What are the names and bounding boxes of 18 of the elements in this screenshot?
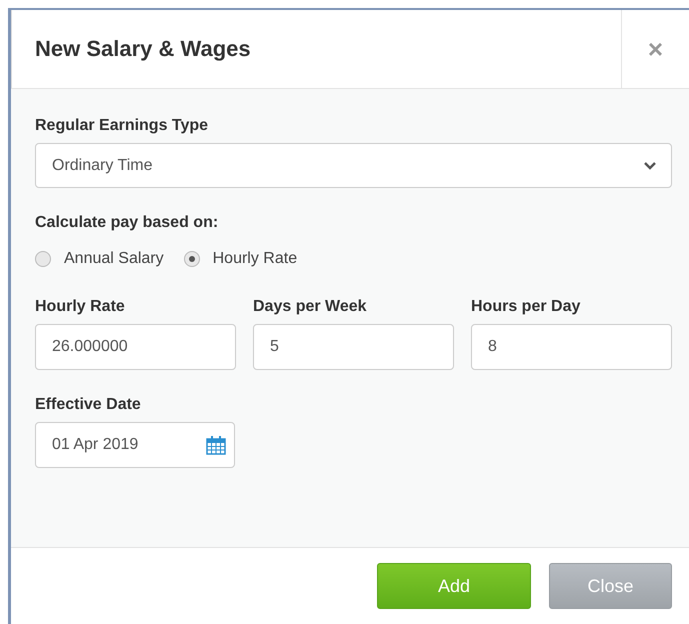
field-label: Calculate pay based on: <box>35 214 218 232</box>
radio-button[interactable] <box>184 251 200 267</box>
earnings-type-dropdown[interactable]: Ordinary Time <box>35 143 672 188</box>
input-field[interactable]: 26.000000 <box>35 324 236 370</box>
field-label: Effective Date <box>35 396 141 414</box>
field-label: Hourly Rate <box>35 298 125 316</box>
calendar-icon[interactable] <box>206 435 226 455</box>
dialog-title: New Salary & Wages <box>34 36 252 62</box>
chevron-down-icon <box>643 160 657 170</box>
field-label: Days per Week <box>253 298 367 316</box>
input-field[interactable]: 5 <box>253 324 454 370</box>
field-label: Regular Earnings Type <box>35 117 208 135</box>
radio-label[interactable]: Hourly Rate <box>212 250 298 268</box>
radio-label[interactable]: Annual Salary <box>64 250 164 268</box>
input-field[interactable]: 8 <box>471 324 672 370</box>
radio-button[interactable] <box>35 251 51 267</box>
field-label: Hours per Day <box>471 298 580 316</box>
date-field[interactable]: 01 Apr 2019 <box>35 422 235 468</box>
